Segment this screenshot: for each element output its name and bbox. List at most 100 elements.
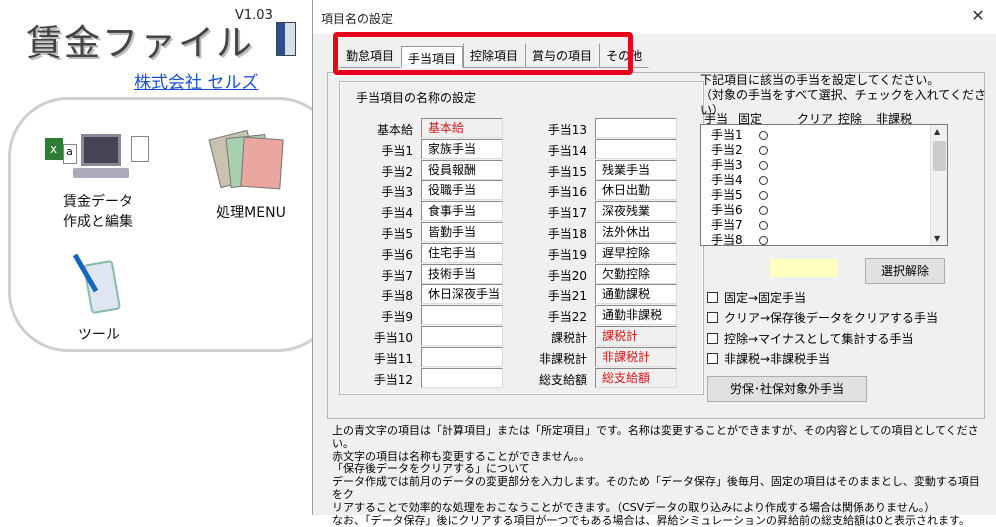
scroll-thumb[interactable] [933, 141, 946, 171]
mid-row-field[interactable]: 深夜残業 [595, 201, 677, 222]
allowance-listbox[interactable]: 手当1 手当2 手当3 手当4 手当5 手当6 手当7 手当8 ▲ ▼ [700, 124, 948, 246]
left-row-label: 手当2 [381, 164, 413, 179]
list-item-label: 手当4 [711, 173, 743, 187]
paper-icon [130, 136, 149, 162]
checkbox-label: クリア→保存後データをクリアする手当 [724, 311, 939, 325]
list-item[interactable]: 手当8 [701, 233, 947, 245]
left-row-field[interactable]: 休日深夜手当 [421, 284, 503, 305]
mid-row-field[interactable]: 休日出勤 [595, 180, 677, 201]
left-row-field[interactable] [421, 326, 503, 346]
checkbox-label: 固定→固定手当 [724, 291, 807, 305]
left-row-field[interactable]: 技術手当 [421, 263, 503, 284]
fixed-radio-icon[interactable] [759, 146, 768, 155]
note-line: 上の青文字の項目は「計算項目」または「所定項目」です。名称は変更することができま… [332, 424, 979, 450]
list-item[interactable]: 手当6 [701, 203, 947, 218]
keyboard-icon [72, 168, 129, 178]
fixed-radio-icon[interactable] [759, 236, 768, 245]
scroll-up-icon[interactable]: ▲ [934, 127, 940, 136]
left-row-label: 手当12 [373, 372, 413, 387]
launcher-panel: x a 賃金データ 作成と編集 処理MENU ツール [8, 97, 338, 352]
checkbox-deduct[interactable]: 控除→マイナスとして集計する手当 [707, 330, 913, 347]
left-row-field[interactable]: 家族手当 [421, 138, 503, 159]
list-item[interactable]: 手当7 [701, 218, 947, 233]
computer-icon: x a [41, 130, 156, 185]
fixed-radio-icon[interactable] [759, 191, 768, 200]
mid-row-field[interactable] [595, 118, 677, 138]
document-icon: a [62, 144, 77, 164]
mid-row-field[interactable]: 欠勤控除 [595, 263, 677, 284]
mid-row-label: 手当18 [547, 227, 587, 241]
mid-row-field[interactable] [595, 138, 677, 159]
left-row-field[interactable]: 住宅手当 [421, 242, 503, 263]
left-row-label: 手当8 [381, 289, 413, 304]
mid-row-label: 総支給額 [538, 372, 587, 387]
mid-row-label: 手当22 [547, 310, 587, 325]
note-line: データ作成では前月のデータの変更部分を入力します。そのため「データ保存」後毎月、… [332, 475, 980, 501]
mid-row-label: 手当13 [547, 123, 587, 137]
launcher-item-tools[interactable]: ツール [49, 248, 149, 344]
list-item[interactable]: 手当5 [701, 188, 947, 203]
checkbox-nontax[interactable]: 非課税→非課税手当 [707, 350, 830, 367]
list-item[interactable]: 手当1 [701, 128, 947, 143]
left-row-label: 手当3 [381, 185, 413, 200]
mid-row-field[interactable]: 通勤課税 [595, 284, 677, 305]
left-row-field[interactable]: 食事手当 [421, 201, 503, 222]
listbox-scrollbar[interactable]: ▲ ▼ [930, 125, 947, 245]
app-version: V1.03 [235, 8, 273, 23]
left-row-field[interactable] [421, 367, 503, 388]
list-item[interactable]: 手当4 [701, 173, 947, 188]
fixed-radio-icon[interactable] [759, 161, 768, 170]
checkbox-fixed[interactable]: 固定→固定手当 [707, 289, 806, 306]
checkbox-box[interactable] [707, 353, 718, 364]
company-link[interactable]: 株式会社 セルズ [134, 68, 258, 93]
insurance-exempt-button[interactable]: 労保･社保対象外手当 [707, 376, 867, 402]
list-item[interactable]: 手当3 [701, 158, 947, 173]
fixed-radio-icon[interactable] [759, 221, 768, 230]
left-row-field[interactable] [421, 305, 503, 326]
book-icon[interactable] [276, 22, 296, 56]
list-item[interactable]: 手当2 [701, 143, 947, 158]
mid-row-label: 手当19 [547, 247, 587, 262]
left-row-field[interactable] [421, 346, 503, 367]
checkbox-clear[interactable]: クリア→保存後データをクリアする手当 [707, 309, 938, 326]
scroll-down-icon[interactable]: ▼ [934, 234, 940, 243]
monitor-icon [80, 134, 121, 166]
close-icon[interactable]: ✕ [968, 6, 988, 26]
list-item-label: 手当3 [711, 158, 743, 172]
launcher-label-line1: 賃金データ [63, 194, 133, 210]
left-row-label: 手当4 [381, 206, 413, 221]
fixed-radio-icon[interactable] [759, 131, 768, 140]
fixed-radio-icon[interactable] [759, 206, 768, 215]
launcher-label-line2: 作成と編集 [63, 214, 133, 230]
list-item-label: 手当1 [711, 128, 743, 142]
mid-row-field[interactable]: 通勤非課税 [595, 305, 677, 326]
left-row-label: 基本給 [376, 123, 413, 137]
list-item-label: 手当7 [711, 218, 743, 232]
fixed-radio-icon[interactable] [759, 176, 768, 185]
mid-row-field[interactable]: 残業手当 [595, 159, 677, 180]
launcher-item-menu[interactable]: 処理MENU [191, 129, 311, 222]
left-row-field[interactable]: 役職手当 [421, 180, 503, 201]
mid-row-label: 課税計 [550, 331, 587, 345]
launcher-item-data-edit[interactable]: x a 賃金データ 作成と編集 [33, 130, 163, 231]
mid-row-label: 手当14 [547, 143, 587, 158]
list-item-label: 手当2 [711, 143, 743, 157]
tabs-highlight-box [333, 32, 633, 75]
left-row-field: 基本給 [421, 118, 503, 138]
left-row-label: 手当9 [381, 310, 413, 325]
checkbox-box[interactable] [707, 312, 718, 323]
mid-row-field: 総支給額 [595, 367, 677, 388]
color-swatch [769, 258, 839, 278]
notes-text: 上の青文字の項目は「計算項目」または「所定項目」です。名称は変更することができま… [332, 424, 982, 527]
deselect-button[interactable]: 選択解除 [865, 258, 945, 284]
left-row-label: 手当5 [381, 227, 413, 241]
mid-row-field[interactable]: 法外休出 [595, 222, 677, 242]
left-row-field[interactable]: 皆勤手当 [421, 222, 503, 242]
left-row-label: 手当7 [381, 268, 413, 283]
checkbox-box[interactable] [707, 292, 718, 303]
left-row-field[interactable]: 役員報酬 [421, 159, 503, 180]
checkbox-label: 控除→マイナスとして集計する手当 [724, 332, 914, 346]
mid-row-field[interactable]: 遅早控除 [595, 242, 677, 263]
mid-row-label: 手当17 [547, 206, 587, 221]
checkbox-box[interactable] [707, 333, 718, 344]
